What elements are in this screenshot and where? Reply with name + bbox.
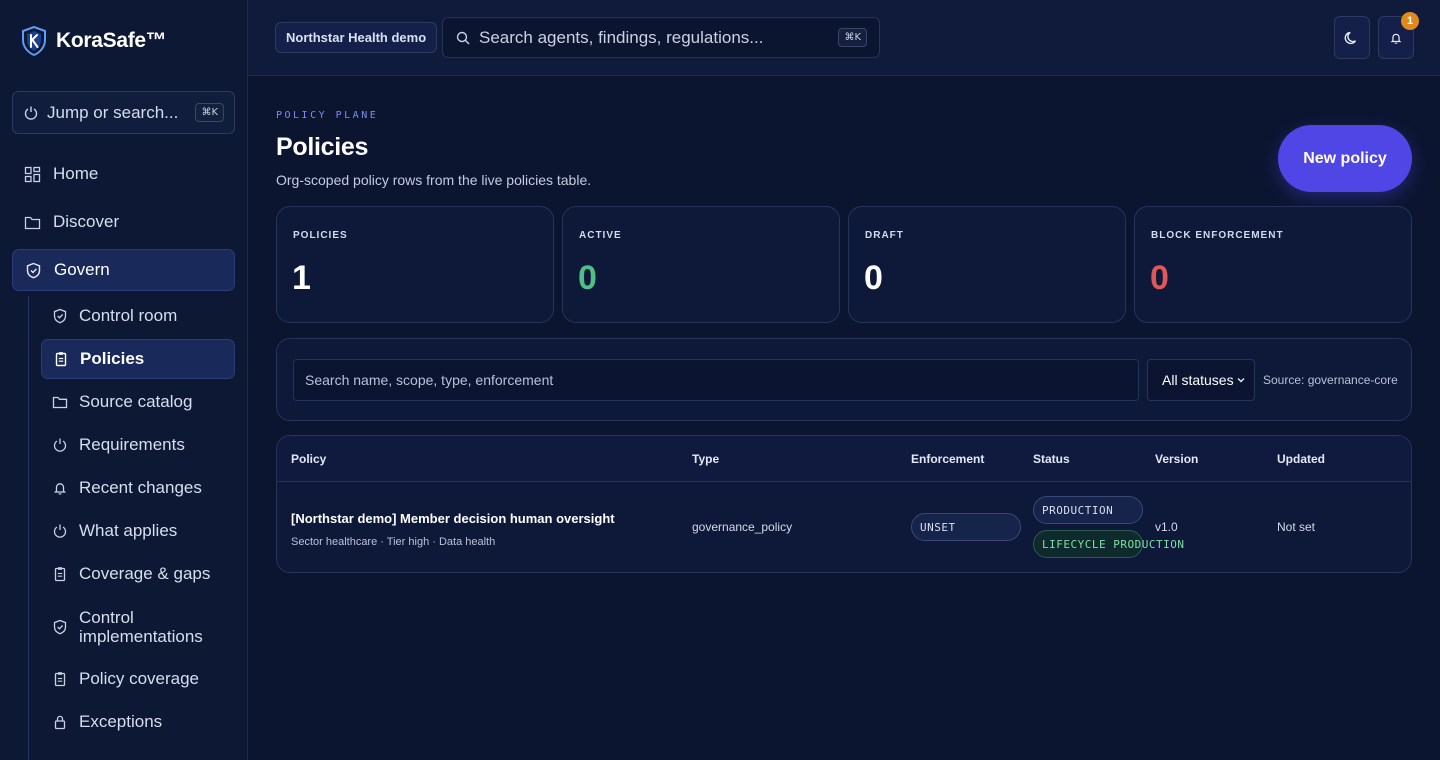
notifications-button[interactable]: 1 [1378, 12, 1419, 59]
search-icon [456, 31, 470, 44]
subnav-label: Control implementations [79, 608, 203, 646]
subnav-recent-changes[interactable]: Recent changes [41, 468, 235, 508]
stat-card-draft: DRAFT 0 [848, 206, 1126, 323]
subnav-label: Source catalog [79, 392, 193, 411]
status-badge: PRODUCTION [1033, 496, 1143, 524]
subnav-label: Control room [79, 306, 178, 325]
subnav-source-catalog[interactable]: Source catalog [41, 382, 235, 422]
stat-value: 1 [292, 259, 311, 297]
policy-version: v1.0 [1155, 520, 1178, 534]
shield-icon [53, 308, 67, 324]
subnav-label: Policy coverage [79, 669, 200, 688]
page-eyebrow: POLICY PLANE [276, 110, 379, 121]
stat-card-policies: POLICIES 1 [276, 206, 554, 323]
subnav-label: Policies [80, 349, 145, 368]
power-icon [53, 438, 67, 452]
bell-icon [1390, 33, 1402, 44]
filter-bar: Search name, scope, type, enforcement Al… [276, 338, 1412, 421]
subnav-requirements[interactable]: Requirements [41, 425, 235, 465]
jump-label: Jump or search... [47, 102, 179, 122]
stat-label: DRAFT [865, 230, 904, 241]
stat-value: 0 [864, 259, 883, 297]
moon-icon [1344, 31, 1357, 44]
clipboard-icon [54, 567, 66, 582]
policy-search-input[interactable]: Search name, scope, type, enforcement [293, 359, 1139, 401]
enforcement-badge: UNSET [911, 513, 1021, 541]
policy-type: governance_policy [692, 520, 793, 534]
nav-item-label: Govern [54, 260, 110, 279]
power-icon [24, 106, 38, 120]
subnav-coverage-gaps[interactable]: Coverage & gaps [41, 554, 235, 594]
search-placeholder: Search agents, findings, regulations... [479, 27, 764, 47]
status-filter-select[interactable]: All statuses [1147, 359, 1255, 401]
global-search-input[interactable]: Search agents, findings, regulations... … [442, 17, 880, 58]
page-subtitle: Org-scoped policy rows from the live pol… [276, 172, 592, 188]
nav-item-govern[interactable]: Govern [12, 249, 235, 291]
nav-item-home[interactable]: Home [12, 153, 235, 195]
brand[interactable]: KoraSafe™ [22, 26, 167, 56]
subnav-label: Recent changes [79, 478, 202, 497]
policy-meta: Sector healthcare · Tier high · Data hea… [291, 536, 496, 548]
grid-icon [24, 166, 41, 182]
stat-value: 0 [1150, 259, 1169, 297]
org-switcher[interactable]: Northstar Health demo [275, 22, 438, 53]
power-icon [53, 524, 67, 538]
subnav-label: Coverage & gaps [79, 564, 211, 583]
notification-count-badge: 1 [1401, 12, 1419, 30]
subnav-what-applies[interactable]: What applies [41, 511, 235, 551]
column-header-enforcement[interactable]: Enforcement [911, 452, 984, 466]
stat-label: BLOCK ENFORCEMENT [1151, 230, 1284, 241]
jump-search-button[interactable]: Jump or search... ⌘K [12, 91, 235, 134]
subnav-control-room[interactable]: Control room [41, 296, 235, 336]
column-header-status[interactable]: Status [1033, 452, 1070, 466]
subnav-divider [28, 296, 29, 760]
subnav-label: Exceptions [79, 712, 163, 731]
column-header-type[interactable]: Type [692, 452, 719, 466]
subnav-control-implementations[interactable]: Control implementations [41, 605, 235, 649]
stat-label: POLICIES [293, 230, 348, 241]
table-header: Policy Type Enforcement Status Version U… [277, 436, 1411, 482]
subnav-label: Requirements [79, 435, 185, 454]
subnav-label: What applies [79, 521, 178, 540]
nav-item-label: Discover [53, 212, 120, 231]
source-label: Source: governance-core [1263, 373, 1398, 387]
column-header-updated[interactable]: Updated [1277, 452, 1325, 466]
sidebar: KoraSafe™ Jump or search... ⌘K Home Disc… [0, 0, 248, 760]
subnav-policy-coverage[interactable]: Policy coverage [41, 659, 235, 699]
status-select-value: All statuses [1162, 372, 1234, 388]
folder-icon [24, 216, 41, 229]
lock-icon [54, 715, 66, 730]
policy-updated: Not set [1277, 520, 1316, 534]
nav-item-discover[interactable]: Discover [12, 201, 235, 243]
subnav-exceptions[interactable]: Exceptions [41, 702, 235, 742]
folder-icon [52, 396, 68, 409]
brand-name: KoraSafe™ [56, 29, 167, 52]
shortcut-hint: ⌘K [195, 103, 224, 122]
topbar: Northstar Health demo Search agents, fin… [248, 0, 1440, 76]
policy-name-link[interactable]: [Northstar demo] Member decision human o… [291, 511, 615, 526]
shield-icon [26, 262, 41, 278]
stat-card-active: ACTIVE 0 [562, 206, 840, 323]
clipboard-icon [54, 672, 66, 687]
stat-value: 0 [578, 259, 597, 297]
policies-table: Policy Type Enforcement Status Version U… [276, 435, 1412, 573]
bell-icon [53, 483, 67, 495]
page-title: Policies [276, 133, 369, 161]
stat-label: ACTIVE [579, 230, 622, 241]
lifecycle-badge: LIFECYCLE PRODUCTION [1033, 530, 1184, 558]
theme-toggle-button[interactable] [1334, 16, 1370, 59]
stat-card-block-enforcement: BLOCK ENFORCEMENT 0 [1134, 206, 1412, 323]
clipboard-icon [55, 352, 67, 367]
nav-item-label: Home [53, 164, 99, 183]
column-header-policy[interactable]: Policy [291, 452, 326, 466]
subnav-policies[interactable]: Policies [41, 339, 235, 379]
shield-icon [53, 619, 67, 635]
shield-logo-icon [22, 26, 46, 56]
new-policy-button[interactable]: New policy [1278, 125, 1412, 192]
column-header-version[interactable]: Version [1155, 452, 1198, 466]
shortcut-hint: ⌘K [838, 28, 867, 47]
chevron-down-icon [1237, 378, 1245, 383]
